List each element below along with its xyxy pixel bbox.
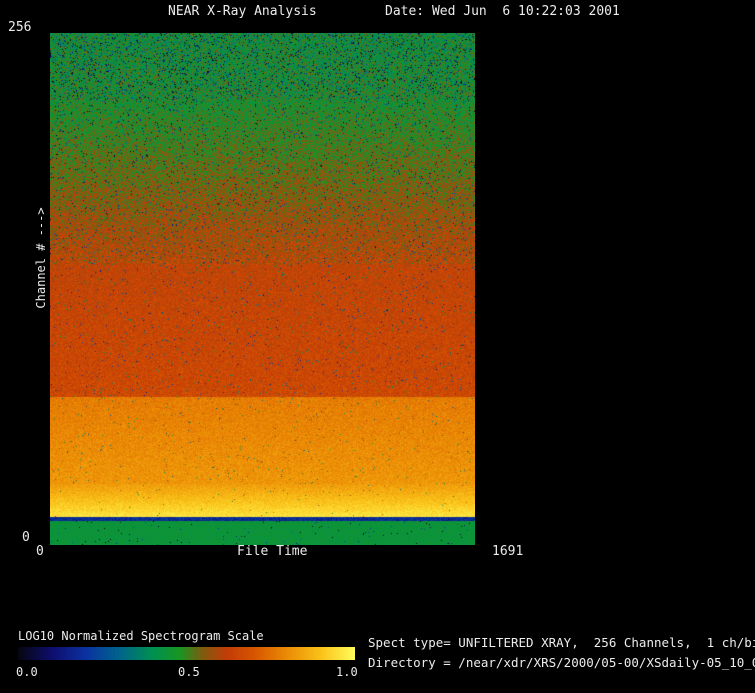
- colorbar-tick-mid: 0.5: [178, 665, 200, 679]
- near-xray-analysis-window: NEAR X-Ray Analysis Date: Wed Jun 6 10:2…: [0, 0, 755, 693]
- colorbar-title: LOG10 Normalized Spectrogram Scale: [18, 629, 264, 643]
- spect-type-info: Spect type= UNFILTERED XRAY, 256 Channel…: [368, 635, 755, 650]
- colorbar-canvas: [18, 647, 355, 660]
- colorbar-tick-min: 0.0: [16, 665, 38, 679]
- spectrogram-canvas: [50, 33, 475, 545]
- x-axis-label: File Time: [237, 544, 308, 559]
- date-label: Date: Wed Jun 6 10:22:03 2001: [385, 4, 620, 19]
- y-axis-tick-min: 0: [22, 530, 30, 545]
- y-axis-tick-max: 256: [8, 20, 32, 35]
- x-axis-tick-max: 1691: [492, 544, 524, 559]
- colorbar-tick-max: 1.0: [336, 665, 358, 679]
- directory-info: Directory = /near/xdr/XRS/2000/05-00/XSd…: [368, 655, 755, 670]
- y-axis-label: Channel # --->: [34, 207, 48, 309]
- x-axis-tick-min: 0: [36, 544, 44, 559]
- page-title: NEAR X-Ray Analysis: [168, 4, 317, 19]
